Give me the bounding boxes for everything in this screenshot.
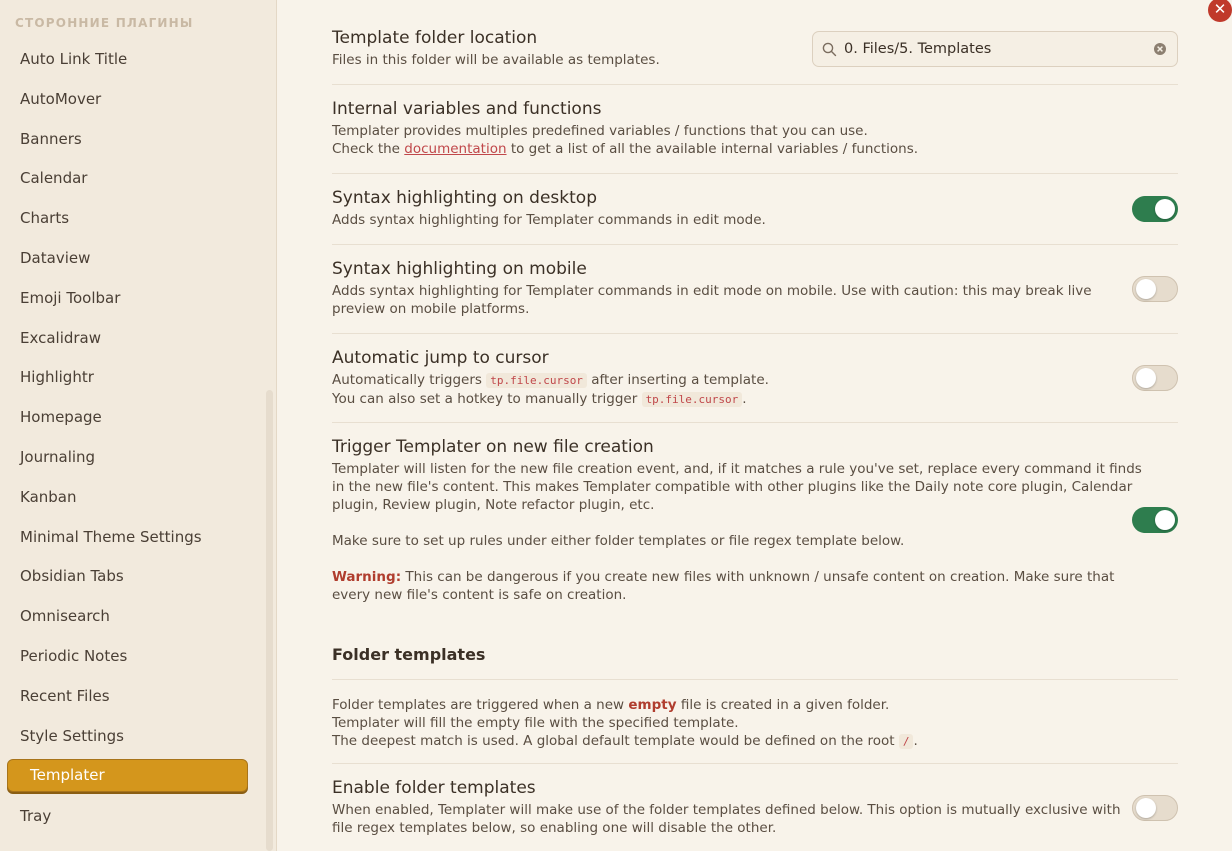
setting-desc-line3: plugin, Review plugin, Note refactor plu… — [332, 497, 655, 513]
info-line3: The deepest match is used. A global defa… — [332, 732, 1178, 751]
sidebar-item-omnisearch[interactable]: Omnisearch — [20, 605, 110, 627]
sidebar-item-tray[interactable]: Tray — [20, 805, 51, 827]
setting-desc-line2: file regex templates below, so enabling … — [332, 820, 777, 836]
emphasis-text: empty — [628, 697, 677, 713]
code-snippet: tp.file.cursor — [641, 392, 743, 407]
setting-title: Syntax highlighting on desktop — [332, 188, 597, 208]
setting-title: Internal variables and functions — [332, 99, 602, 119]
setting-title: Trigger Templater on new file creation — [332, 437, 654, 457]
template-folder-input[interactable] — [844, 39, 1144, 59]
desc-text: Automatically triggers — [332, 372, 482, 388]
info-line2: Templater will fill the empty file with … — [332, 715, 739, 731]
sidebar-item-automover[interactable]: AutoMover — [20, 88, 101, 110]
desc-text: . — [742, 391, 747, 407]
setting-desc: Templater will listen for the new file c… — [332, 461, 1142, 477]
enable-folder-templates-toggle[interactable] — [1132, 795, 1178, 821]
plugin-sidebar: СТОРОННИЕ ПЛАГИНЫ Auto Link Title AutoMov… — [0, 0, 277, 851]
sidebar-item-obsidian-tabs[interactable]: Obsidian Tabs — [20, 565, 124, 587]
divider — [332, 422, 1178, 423]
desc-text: . — [913, 733, 918, 749]
setting-desc-line2: You can also set a hotkey to manually tr… — [332, 390, 1178, 409]
setting-enable-folder-templates: Enable folder templates When enabled, Te… — [332, 777, 1178, 837]
sidebar-item-style-settings[interactable]: Style Settings — [20, 725, 124, 747]
setting-warning-line2: every new file's content is safe on crea… — [332, 587, 627, 603]
setting-title: Automatic jump to cursor — [332, 348, 549, 368]
setting-desc-line2: Check the documentation to get a list of… — [332, 140, 1178, 158]
toggle-knob — [1136, 279, 1156, 299]
setting-desc: Adds syntax highlighting for Templater c… — [332, 283, 1092, 299]
setting-desc: Templater provides multiples predefined … — [332, 123, 868, 139]
search-icon — [822, 42, 837, 57]
divider — [332, 173, 1178, 174]
info-line1: Folder templates are triggered when a ne… — [332, 696, 1178, 714]
setting-title: Syntax highlighting on mobile — [332, 259, 587, 279]
setting-desc: When enabled, Templater will make use of… — [332, 802, 1121, 818]
sidebar-scrollbar[interactable] — [266, 390, 273, 851]
setting-syntax-desktop: Syntax highlighting on desktop Adds synt… — [332, 187, 1178, 229]
sidebar-item-minimal-theme-settings[interactable]: Minimal Theme Settings — [20, 526, 202, 548]
desc-text: Check the — [332, 141, 400, 157]
setting-syntax-mobile: Syntax highlighting on mobile Adds synta… — [332, 258, 1178, 318]
syntax-mobile-toggle[interactable] — [1132, 276, 1178, 302]
desc-text: to get a list of all the available inter… — [510, 141, 919, 157]
setting-desc-line2: in the new file's content. This makes Te… — [332, 479, 1133, 495]
desc-text: file is created in a given folder. — [680, 697, 890, 713]
sidebar-item-highlightr[interactable]: Highlightr — [20, 366, 94, 388]
code-snippet: tp.file.cursor — [486, 373, 587, 388]
code-snippet: / — [898, 734, 914, 749]
sidebar-heading: СТОРОННИЕ ПЛАГИНЫ — [15, 16, 194, 30]
setting-trigger-new-file: Trigger Templater on new file creation T… — [332, 436, 1178, 604]
toggle-knob — [1136, 798, 1156, 818]
sidebar-item-charts[interactable]: Charts — [20, 207, 69, 229]
setting-desc: Automatically triggers tp.file.cursor af… — [332, 371, 1178, 390]
setting-desc: Adds syntax highlighting for Templater c… — [332, 212, 766, 228]
documentation-link[interactable]: documentation — [404, 141, 506, 157]
sidebar-item-templater[interactable]: Templater — [7, 759, 248, 792]
sidebar-item-kanban[interactable]: Kanban — [20, 486, 77, 508]
setting-jump-cursor: Automatic jump to cursor Automatically t… — [332, 347, 1178, 409]
toggle-knob — [1155, 510, 1175, 530]
desc-text: after inserting a template. — [591, 372, 769, 388]
divider — [332, 679, 1178, 680]
setting-warning: Warning: This can be dangerous if you cr… — [332, 568, 1178, 586]
sidebar-item-calendar[interactable]: Calendar — [20, 167, 87, 189]
sidebar-item-periodic-notes[interactable]: Periodic Notes — [20, 645, 127, 667]
setting-desc-line2: preview on mobile platforms. — [332, 301, 530, 317]
clear-icon[interactable] — [1153, 42, 1167, 56]
toggle-knob — [1136, 368, 1156, 388]
setting-desc-line4: Make sure to set up rules under either f… — [332, 533, 905, 549]
template-folder-search[interactable] — [812, 31, 1178, 67]
desc-text: Folder templates are triggered when a ne… — [332, 697, 625, 713]
folder-templates-info: Folder templates are triggered when a ne… — [332, 696, 1178, 751]
sidebar-item-recent-files[interactable]: Recent Files — [20, 685, 110, 707]
divider — [332, 763, 1178, 764]
sidebar-item-emoji-toolbar[interactable]: Emoji Toolbar — [20, 287, 120, 309]
sidebar-item-dataview[interactable]: Dataview — [20, 247, 90, 269]
divider — [332, 244, 1178, 245]
warning-label: Warning: — [332, 569, 402, 585]
divider — [332, 333, 1178, 334]
syntax-desktop-toggle[interactable] — [1132, 196, 1178, 222]
desc-text: The deepest match is used. A global defa… — [332, 733, 895, 749]
desc-text: You can also set a hotkey to manually tr… — [332, 391, 638, 407]
sidebar-item-excalidraw[interactable]: Excalidraw — [20, 327, 101, 349]
warning-text: This can be dangerous if you create new … — [405, 569, 1115, 585]
sidebar-item-journaling[interactable]: Journaling — [20, 446, 95, 468]
sidebar-item-banners[interactable]: Banners — [20, 128, 82, 150]
toggle-knob — [1155, 199, 1175, 219]
trigger-new-file-toggle[interactable] — [1132, 507, 1178, 533]
close-icon[interactable]: ✕ — [1208, 0, 1232, 22]
folder-templates-heading: Folder templates — [332, 645, 486, 664]
setting-internal-variables: Internal variables and functions Templat… — [332, 98, 1178, 158]
setting-title: Enable folder templates — [332, 778, 536, 798]
sidebar-item-auto-link-title[interactable]: Auto Link Title — [20, 48, 127, 70]
jump-cursor-toggle[interactable] — [1132, 365, 1178, 391]
sidebar-item-homepage[interactable]: Homepage — [20, 406, 102, 428]
divider — [332, 84, 1178, 85]
